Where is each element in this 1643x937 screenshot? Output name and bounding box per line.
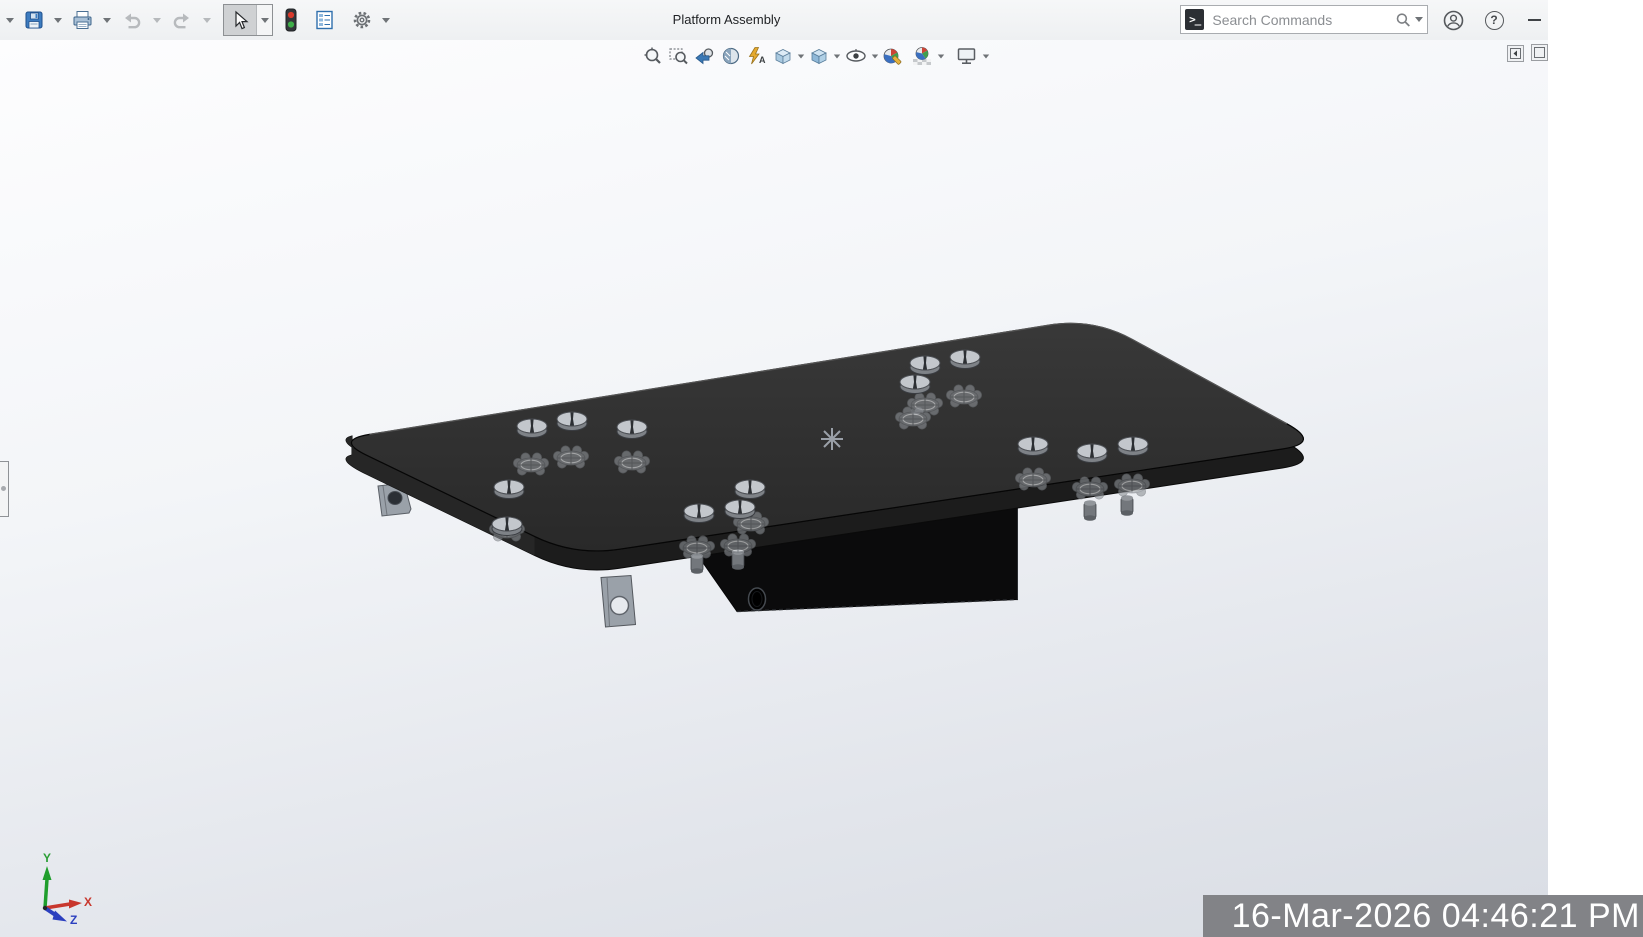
undo-dropdown[interactable] (147, 5, 167, 35)
user-icon (1443, 10, 1464, 31)
interference-check-button[interactable] (281, 5, 301, 35)
monitor-icon (955, 46, 979, 66)
options-dropdown[interactable] (376, 5, 396, 35)
annotation-wand-icon: A (746, 46, 768, 66)
display-style-cube-icon (808, 46, 830, 66)
gear-icon (351, 9, 373, 31)
view-orientation-dropdown[interactable] (798, 54, 804, 58)
minimize-icon (1528, 19, 1541, 21)
reference-triad: Y X Z (43, 851, 93, 927)
search-dropdown[interactable] (1415, 17, 1423, 22)
plate-top-face (351, 323, 1303, 551)
zoom-to-area-button[interactable] (667, 45, 691, 67)
undo-button[interactable] (117, 5, 147, 35)
bracket-hole (611, 597, 629, 615)
zoom-to-area-icon (668, 46, 690, 66)
solidworks-search-logo-icon: >_ (1185, 9, 1204, 30)
display-style-button[interactable] (807, 45, 831, 67)
undo-icon (120, 9, 144, 31)
apply-scene-icon (910, 46, 934, 66)
task-pane-collapse-button[interactable] (1507, 45, 1524, 62)
zoom-to-fit-button[interactable] (641, 45, 665, 67)
save-button[interactable] (20, 5, 48, 35)
view-settings-dropdown[interactable] (983, 54, 989, 58)
search-icon[interactable] (1395, 11, 1412, 29)
save-icon (23, 9, 45, 31)
timestamp-overlay: 16-Mar-2026 04:46:21 PM (1203, 895, 1643, 937)
triad-z-label: Z (70, 913, 77, 927)
pin-panel-icon (1534, 47, 1545, 58)
display-style-dropdown[interactable] (834, 54, 840, 58)
edit-appearance-button[interactable] (881, 45, 907, 67)
3d-scene[interactable]: Y X Z (0, 40, 1548, 937)
edit-appearance-icon (882, 46, 906, 66)
select-tool-group (223, 4, 273, 36)
print-dropdown[interactable] (97, 5, 117, 35)
account-button[interactable] (1442, 0, 1464, 40)
select-tool-button[interactable] (224, 5, 256, 35)
titlebar: Platform Assembly >_ ? (0, 0, 1548, 41)
desktop-background (1548, 0, 1643, 937)
help-button[interactable]: ? (1483, 0, 1505, 40)
collapse-left-icon (1510, 48, 1521, 59)
triad-y-label: Y (43, 851, 51, 865)
hide-show-items-button[interactable] (843, 45, 869, 67)
eye-icon (844, 46, 868, 66)
triad-x-label: X (84, 895, 92, 909)
table-list-icon (314, 9, 335, 31)
traffic-light-icon (284, 8, 298, 32)
print-icon (71, 9, 94, 31)
section-view-button[interactable] (719, 45, 743, 67)
feature-manager-collapsed-tab[interactable] (0, 461, 9, 517)
quick-access-toolbar (0, 0, 396, 40)
save-dropdown[interactable] (48, 5, 68, 35)
minimize-button[interactable] (1524, 0, 1544, 40)
previous-view-icon (694, 46, 716, 66)
select-tool-dropdown[interactable] (256, 5, 272, 35)
dynamic-annotation-button[interactable]: A (745, 45, 769, 67)
view-orientation-cube-icon (772, 46, 794, 66)
apply-scene-dropdown[interactable] (938, 54, 944, 58)
search-commands-input[interactable] (1210, 11, 1395, 29)
design-table-button[interactable] (311, 5, 338, 35)
previous-view-button[interactable] (693, 45, 717, 67)
redo-button[interactable] (167, 5, 197, 35)
mounting-bracket-center[interactable] (601, 576, 636, 628)
feature-manager-tab-icon (1, 486, 6, 491)
apply-scene-button[interactable] (909, 45, 935, 67)
help-icon: ? (1485, 11, 1504, 30)
qat-customize-dropdown[interactable] (0, 5, 20, 35)
svg-text:A: A (759, 55, 766, 65)
rotate-center-marker (821, 428, 843, 450)
task-pane-pin-button[interactable] (1531, 44, 1548, 61)
redo-icon (170, 9, 194, 31)
graphics-viewport[interactable]: Y X Z (0, 40, 1548, 937)
heads-up-view-toolbar: A (640, 44, 991, 68)
hide-show-dropdown[interactable] (872, 54, 878, 58)
zoom-to-fit-icon (642, 46, 664, 66)
redo-dropdown[interactable] (197, 5, 217, 35)
solidworks-window: Platform Assembly >_ ? Evaluate SO (0, 0, 1548, 937)
options-button[interactable] (348, 5, 376, 35)
cursor-icon (231, 10, 249, 30)
view-orientation-button[interactable] (771, 45, 795, 67)
print-button[interactable] (68, 5, 97, 35)
section-view-icon (720, 46, 742, 66)
search-commands-box: >_ (1180, 5, 1428, 34)
view-settings-button[interactable] (954, 45, 980, 67)
